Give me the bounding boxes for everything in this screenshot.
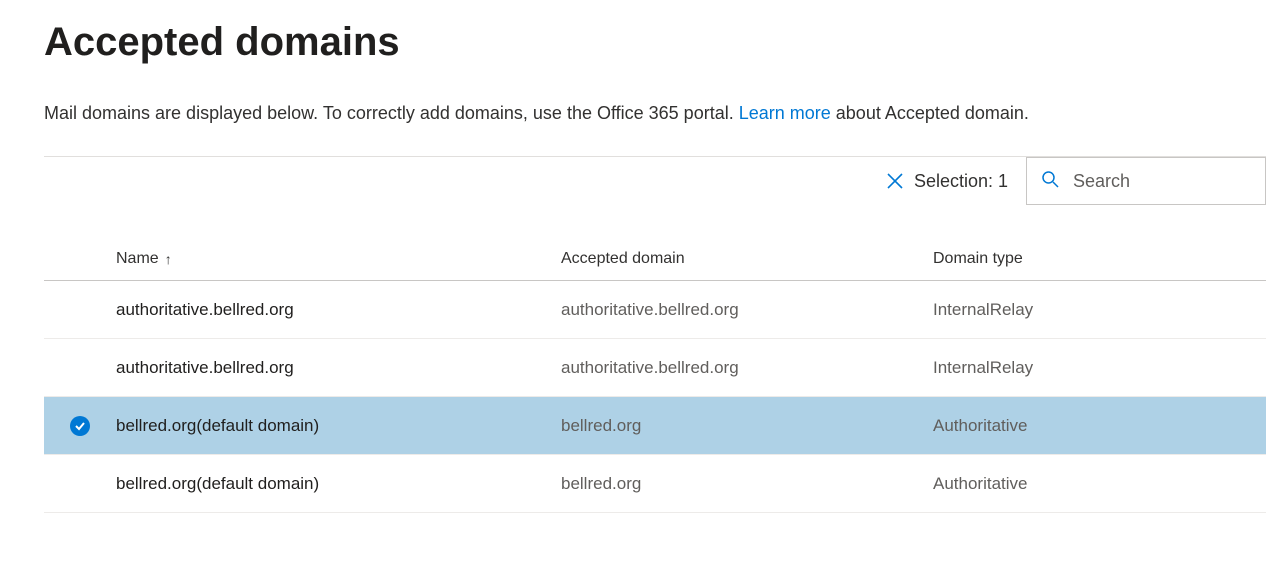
selection-count-label: Selection: 1 [914, 171, 1008, 192]
table-row[interactable]: authoritative.bellred.org authoritative.… [44, 281, 1266, 339]
row-name-cell: bellred.org(default domain) [116, 416, 561, 436]
row-select-cell[interactable] [44, 416, 116, 436]
table-row[interactable]: authoritative.bellred.org authoritative.… [44, 339, 1266, 397]
row-name-cell: authoritative.bellred.org [116, 300, 561, 320]
row-accepted-domain-cell: authoritative.bellred.org [561, 300, 933, 320]
description-before-link: Mail domains are displayed below. To cor… [44, 103, 739, 123]
close-icon [886, 172, 904, 190]
learn-more-link[interactable]: Learn more [739, 103, 831, 123]
column-header-domain-type[interactable]: Domain type [933, 250, 1266, 268]
row-domain-type-cell: InternalRelay [933, 300, 1266, 320]
sort-ascending-icon: ↑ [165, 251, 172, 267]
search-icon [1041, 170, 1059, 193]
table-row[interactable]: bellred.org(default domain) bellred.org … [44, 455, 1266, 513]
row-accepted-domain-cell: bellred.org [561, 416, 933, 436]
row-name-cell: bellred.org(default domain) [116, 474, 561, 494]
row-domain-type-cell: Authoritative [933, 416, 1266, 436]
column-header-accepted-domain[interactable]: Accepted domain [561, 250, 933, 268]
row-accepted-domain-cell: bellred.org [561, 474, 933, 494]
column-header-name-label: Name [116, 250, 159, 268]
search-input[interactable] [1071, 170, 1266, 193]
toolbar: Selection: 1 [44, 156, 1266, 205]
domains-table: Name ↑ Accepted domain Domain type autho… [44, 237, 1266, 513]
clear-selection-button[interactable]: Selection: 1 [868, 157, 1026, 205]
table-row[interactable]: bellred.org(default domain) bellred.org … [44, 397, 1266, 455]
column-header-name[interactable]: Name ↑ [116, 250, 561, 268]
row-domain-type-cell: Authoritative [933, 474, 1266, 494]
row-name-cell: authoritative.bellred.org [116, 358, 561, 378]
row-accepted-domain-cell: authoritative.bellred.org [561, 358, 933, 378]
search-box[interactable] [1026, 157, 1266, 205]
table-header-row: Name ↑ Accepted domain Domain type [44, 237, 1266, 281]
description-after-link: about Accepted domain. [831, 103, 1029, 123]
row-domain-type-cell: InternalRelay [933, 358, 1266, 378]
page-description: Mail domains are displayed below. To cor… [44, 103, 1266, 124]
page-title: Accepted domains [44, 20, 1266, 65]
checkmark-icon [70, 416, 90, 436]
